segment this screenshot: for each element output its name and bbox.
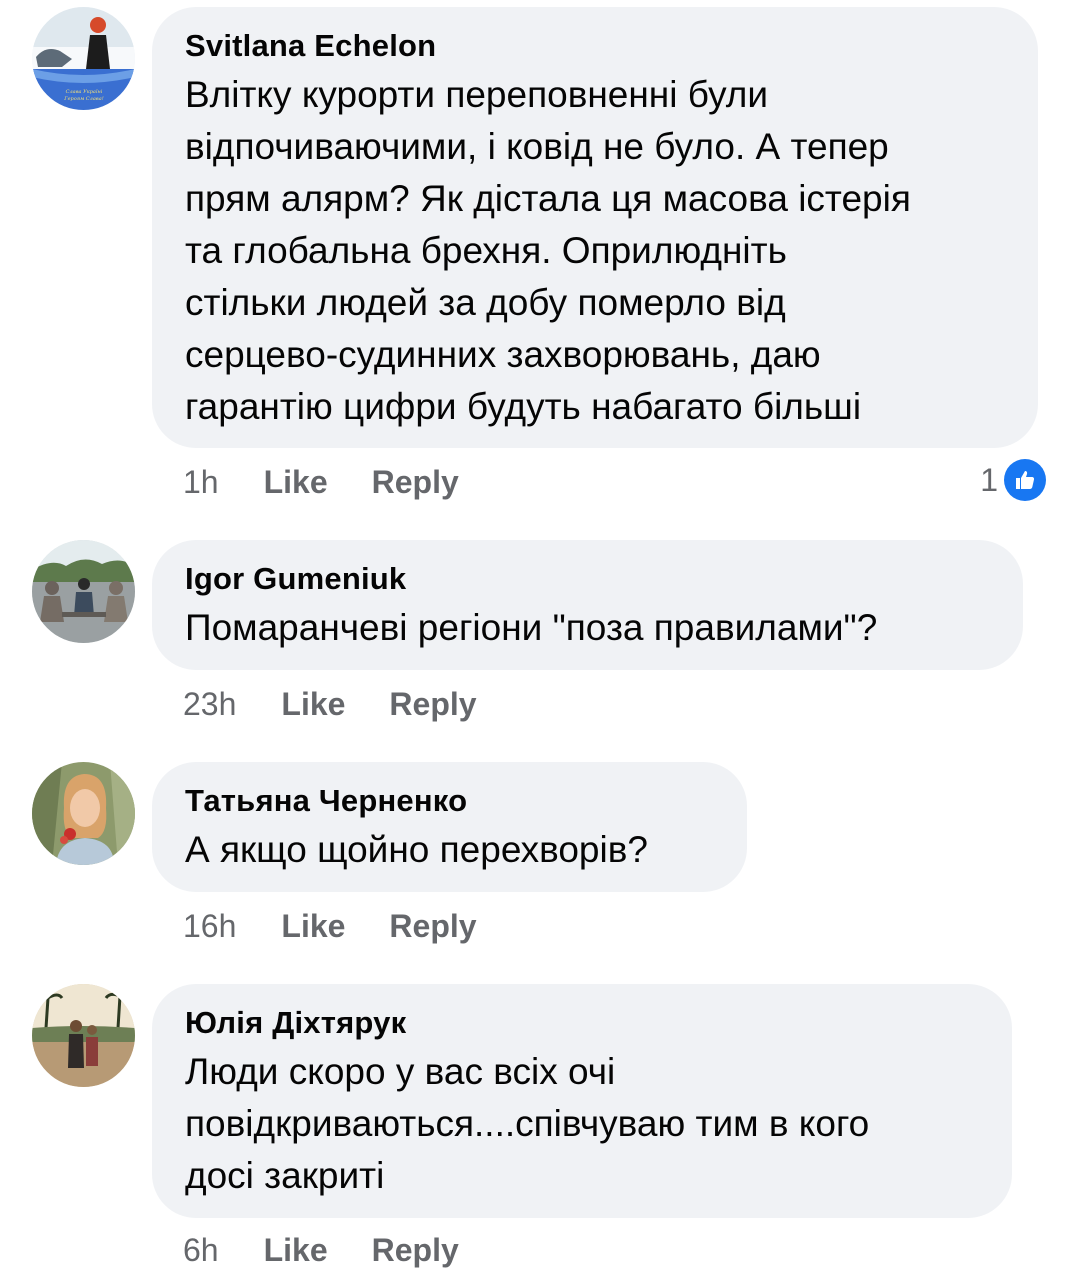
reply-button[interactable]: Reply	[389, 908, 476, 945]
comment-author[interactable]: Юлія Діхтярук	[185, 1004, 979, 1042]
reply-button[interactable]: Reply	[389, 686, 476, 723]
reply-button[interactable]: Reply	[372, 464, 459, 501]
comment-actions: 16h Like Reply	[183, 908, 521, 945]
comment-time[interactable]: 1h	[183, 464, 219, 501]
avatar[interactable]: Слава Україні Героям Слава!	[32, 7, 135, 110]
comment-author[interactable]: Igor Gumeniuk	[185, 560, 990, 598]
comment-time[interactable]: 6h	[183, 1232, 219, 1269]
like-button[interactable]: Like	[281, 686, 345, 723]
comment-time[interactable]: 16h	[183, 908, 236, 945]
comment-author[interactable]: Svitlana Echelon	[185, 27, 1005, 65]
comment-bubble: Юлія Діхтярук Люди скоро у вас всіх очі …	[152, 984, 1012, 1218]
comment-actions: 23h Like Reply	[183, 686, 521, 723]
comment-bubble: Татьяна Черненко А якщо щойно перехворів…	[152, 762, 747, 892]
comment-actions: 1h Like Reply	[183, 464, 503, 501]
comment-actions: 6h Like Reply	[183, 1232, 503, 1269]
svg-text:Героям Слава!: Героям Слава!	[63, 96, 103, 102]
svg-text:Слава Україні: Слава Україні	[66, 89, 103, 95]
like-button[interactable]: Like	[264, 464, 328, 501]
like-button[interactable]: Like	[264, 1232, 328, 1269]
comment-bubble: Igor Gumeniuk Помаранчеві регіони "поза …	[152, 540, 1023, 670]
comment-text: А якщо щойно перехворів?	[185, 829, 648, 870]
comment-text: Люди скоро у вас всіх очі повідкриваютьс…	[185, 1051, 870, 1196]
comment-bubble: Svitlana Echelon Влітку курорти переповн…	[152, 7, 1038, 448]
thumbs-up-icon	[1004, 459, 1046, 501]
like-button[interactable]: Like	[281, 908, 345, 945]
reaction-count: 1	[980, 461, 998, 498]
avatar[interactable]	[32, 984, 135, 1087]
avatar[interactable]	[32, 762, 135, 865]
reaction-summary[interactable]: 1	[980, 459, 1046, 501]
avatar[interactable]	[32, 540, 135, 643]
comment-time[interactable]: 23h	[183, 686, 236, 723]
comment-author[interactable]: Татьяна Черненко	[185, 782, 714, 820]
reply-button[interactable]: Reply	[372, 1232, 459, 1269]
comment-text: Влітку курорти переповненні були відпочи…	[185, 74, 911, 427]
comment-text: Помаранчеві регіони "поза правилами"?	[185, 607, 878, 648]
